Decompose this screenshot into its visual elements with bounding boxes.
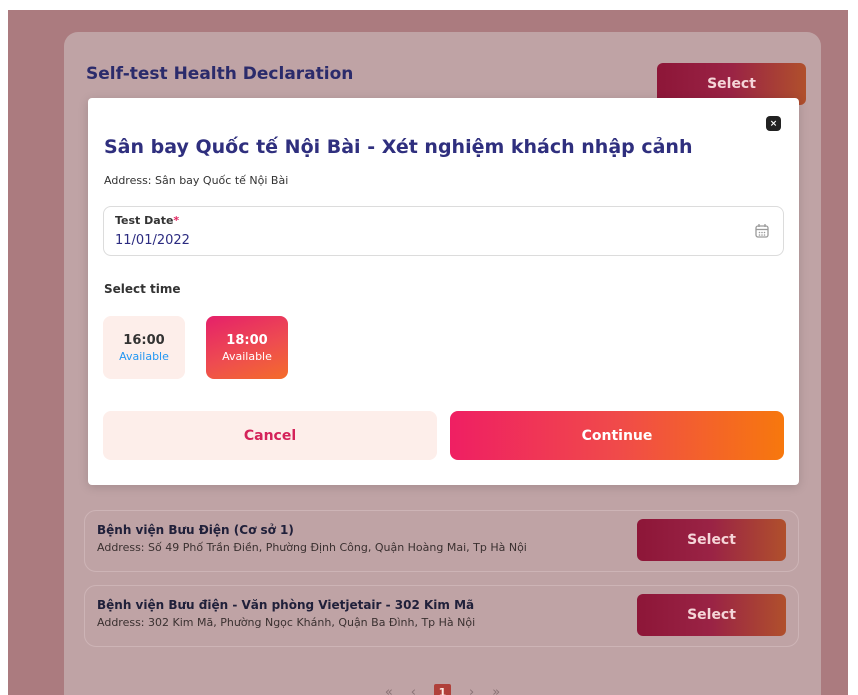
slot-time: 16:00 <box>123 332 165 348</box>
hospital-card: Bệnh viện Bưu Điện (Cơ sở 1) Address: Số… <box>84 510 799 572</box>
close-icon[interactable]: × <box>766 116 781 131</box>
dialog-address: Address: Sân bay Quốc tế Nội Bài <box>104 174 289 187</box>
continue-button[interactable]: Continue <box>450 411 784 460</box>
test-date-value[interactable]: 11/01/2022 <box>115 233 190 248</box>
hospital-select-button: Select <box>637 594 786 636</box>
test-date-label: Test Date* <box>115 214 180 227</box>
hospital-address: Address: Số 49 Phố Trần Điền, Phường Địn… <box>97 541 527 554</box>
slot-status: Available <box>119 349 169 363</box>
time-slot-1600[interactable]: 16:00 Available <box>103 316 185 379</box>
slot-time: 18:00 <box>226 332 268 348</box>
page-title: Self-test Health Declaration <box>86 64 354 84</box>
hospital-name: Bệnh viện Bưu Điện (Cơ sở 1) <box>97 523 294 537</box>
test-date-field[interactable]: Test Date* 11/01/2022 <box>103 206 784 256</box>
pager-prev-icon: ‹ <box>410 685 416 695</box>
calendar-icon[interactable] <box>755 223 769 238</box>
cancel-button[interactable]: Cancel <box>103 411 437 460</box>
hospital-address: Address: 302 Kim Mã, Phường Ngọc Khánh, … <box>97 616 476 629</box>
pagination: « ‹ 1 › » <box>64 684 821 695</box>
pager-next-icon: › <box>469 685 475 695</box>
select-time-label: Select time <box>104 282 181 296</box>
hospital-select-button: Select <box>637 519 786 561</box>
pager-current-page: 1 <box>434 684 451 695</box>
dialog-title: Sân bay Quốc tế Nội Bài - Xét nghiệm khá… <box>104 136 693 158</box>
hospital-card: Bệnh viện Bưu điện - Văn phòng Vietjetai… <box>84 585 799 647</box>
slot-status: Available <box>222 349 272 363</box>
time-slot-1800[interactable]: 18:00 Available <box>206 316 288 379</box>
pager-last-icon: » <box>492 685 501 695</box>
pager-first-icon: « <box>384 685 393 695</box>
required-mark: * <box>173 214 180 227</box>
hospital-name: Bệnh viện Bưu điện - Văn phòng Vietjetai… <box>97 598 475 612</box>
time-selection-dialog: × Sân bay Quốc tế Nội Bài - Xét nghiệm k… <box>88 98 799 485</box>
